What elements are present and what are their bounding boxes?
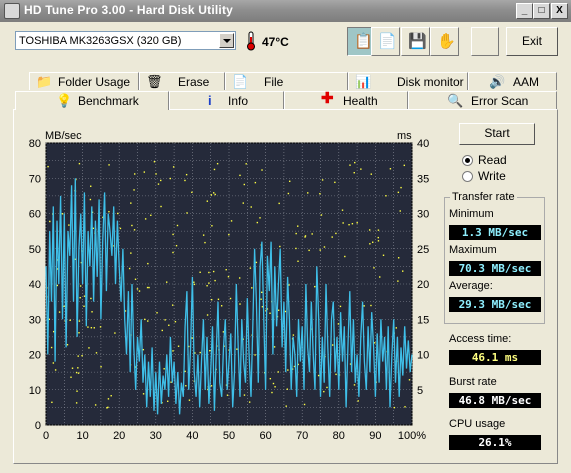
access-time-label: Access time: bbox=[449, 333, 512, 345]
minimum-label: Minimum bbox=[449, 208, 494, 220]
cpu-usage-value: 26.1% bbox=[449, 435, 541, 450]
tab-benchmark[interactable]: 💡 Benchmark bbox=[15, 91, 169, 110]
chevron-down-icon[interactable] bbox=[219, 33, 234, 48]
maximum-label: Maximum bbox=[449, 244, 497, 256]
copy-screenshot-icon: 📄 bbox=[378, 33, 397, 50]
copy-screenshot-button[interactable]: 📄 bbox=[371, 27, 400, 56]
tab-aam[interactable]: 🔊 AAM bbox=[468, 72, 557, 90]
thermometer-icon bbox=[247, 31, 255, 51]
blank-button[interactable] bbox=[471, 27, 499, 56]
burst-rate-label: Burst rate bbox=[449, 376, 497, 388]
average-value: 29.3 MB/sec bbox=[449, 297, 541, 312]
write-radio[interactable] bbox=[462, 171, 473, 182]
maximum-value: 70.3 MB/sec bbox=[449, 261, 541, 276]
minimum-value: 1.3 MB/sec bbox=[449, 225, 541, 240]
maximize-button[interactable]: □ bbox=[533, 3, 550, 19]
tab-erase[interactable]: 🗑 Erase bbox=[139, 72, 225, 90]
copy-info-icon: 📋 bbox=[354, 33, 373, 50]
drive-dropdown-value: TOSHIBA MK3263GSX (320 GB) bbox=[19, 35, 182, 47]
folder-icon: 📁 bbox=[36, 74, 53, 89]
average-label: Average: bbox=[449, 280, 493, 292]
save-button[interactable]: 💾 bbox=[401, 27, 430, 56]
close-button[interactable]: X bbox=[551, 3, 568, 19]
speaker-icon: 🔊 bbox=[489, 74, 506, 89]
health-cross-icon: ✚ bbox=[321, 90, 334, 107]
trash-icon: 🗑 bbox=[146, 74, 163, 89]
read-label[interactable]: Read bbox=[478, 153, 507, 167]
drive-dropdown[interactable]: TOSHIBA MK3263GSX (320 GB) bbox=[15, 31, 236, 50]
minimize-button[interactable]: _ bbox=[516, 3, 533, 19]
tab-health[interactable]: ✚ Health bbox=[284, 91, 408, 109]
tab-disk-monitor[interactable]: 📊 Disk monitor bbox=[348, 72, 468, 90]
write-label[interactable]: Write bbox=[478, 169, 506, 183]
options-icon: ✋ bbox=[437, 33, 456, 50]
tab-info[interactable]: i Info bbox=[169, 91, 284, 109]
save-icon: 💾 bbox=[408, 33, 427, 50]
start-button[interactable]: Start bbox=[459, 123, 535, 145]
magnifier-icon: 🔍 bbox=[447, 93, 464, 108]
app-window: HD Tune Pro 3.00 - Hard Disk Utility _ □… bbox=[0, 0, 571, 473]
window-title: HD Tune Pro 3.00 - Hard Disk Utility bbox=[24, 3, 234, 17]
cpu-usage-label: CPU usage bbox=[449, 418, 506, 430]
temperature-value: 47°C bbox=[262, 35, 289, 49]
read-radio[interactable] bbox=[462, 155, 473, 166]
tab-file-benchmark[interactable]: 📄 File Benchmark bbox=[225, 72, 348, 105]
info-icon: i bbox=[208, 93, 212, 108]
lightbulb-icon: 💡 bbox=[56, 93, 73, 108]
disk-monitor-icon: 📊 bbox=[355, 74, 372, 89]
app-icon bbox=[4, 3, 20, 19]
tab-folder-usage[interactable]: 📁 Folder Usage bbox=[29, 72, 139, 90]
exit-button[interactable]: Exit bbox=[506, 27, 558, 56]
transfer-rate-title: Transfer rate bbox=[450, 191, 517, 203]
tab-error-scan[interactable]: 🔍 Error Scan bbox=[408, 91, 557, 109]
burst-rate-value: 46.8 MB/sec bbox=[449, 393, 541, 408]
options-button[interactable]: ✋ bbox=[430, 27, 459, 56]
file-benchmark-icon: 📄 bbox=[232, 74, 249, 89]
access-time-value: 46.1 ms bbox=[449, 350, 541, 365]
title-bar[interactable]: HD Tune Pro 3.00 - Hard Disk Utility _ □… bbox=[0, 0, 571, 22]
